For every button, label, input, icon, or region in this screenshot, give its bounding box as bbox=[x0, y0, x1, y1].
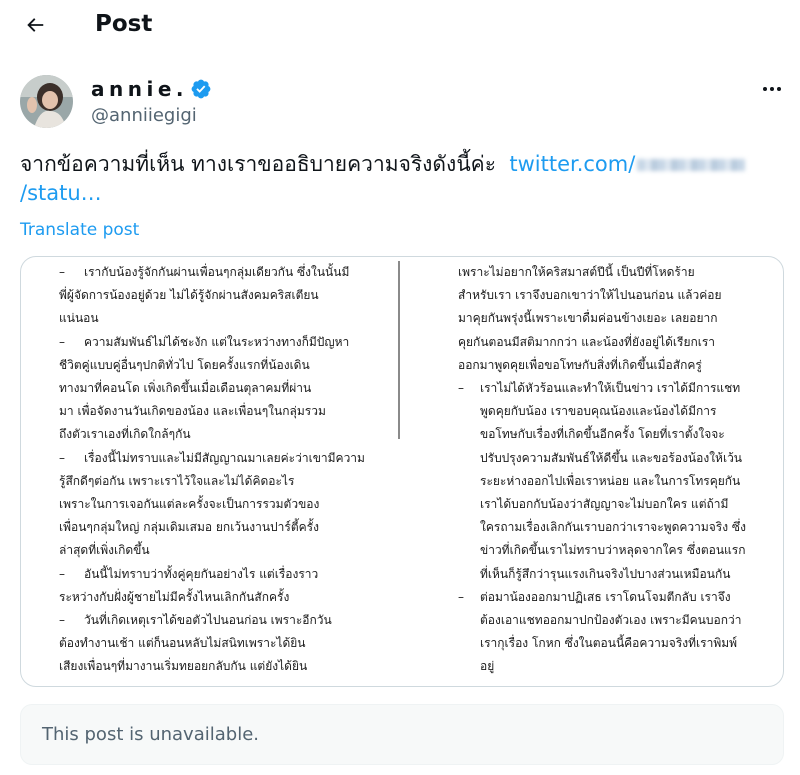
image-text-right-column: เพราะไม่อยากให้คริสมาสต์ปีนี้ เป็นปีที่โ… bbox=[458, 261, 776, 679]
more-dot-icon bbox=[777, 87, 781, 91]
avatar[interactable] bbox=[20, 75, 73, 128]
more-dot-icon bbox=[763, 87, 767, 91]
image-text-line: เรื่องนี้ไม่ทราบและไม่มีสัญญาณมาเลยค่ะว่… bbox=[59, 447, 397, 470]
post-link-prefix: twitter.com/ bbox=[509, 152, 636, 176]
image-text-line: ต้องทำงานเช้า แต่ก็นอนหลับไม่สนิทเพราะได… bbox=[59, 636, 306, 651]
image-text-line: วันที่เกิดเหตุเราได้ขอตัวไปนอนก่อน เพราะ… bbox=[59, 609, 397, 632]
post-body: จากข้อความที่เห็น ทางเราขออธิบายความจริง… bbox=[20, 150, 760, 208]
image-text-line: เรากับน้องรู้จักกันผ่านเพื่อนๆกลุ่มเดียว… bbox=[59, 261, 397, 284]
image-text-line: เราไม่ได้หัวร้อนและทำให้เป็นข่าว เราได้ม… bbox=[458, 377, 776, 400]
image-text-line: ชีวิตคู่แบบคู่อื่นๆปกติทั่วไป โดยครั้งแร… bbox=[59, 357, 310, 372]
image-text-line: เรากุเรื่อง โกหก ซึ่งในตอนนี้คือความจริง… bbox=[480, 636, 738, 651]
image-text-line: เพื่อนๆกลุ่มใหญ่ กลุ่มเดิมเสมอ ยกเว้นงาน… bbox=[59, 520, 319, 535]
image-text-line: เราได้บอกกับน้องว่าสัญญาจะไม่บอกใคร แต่ถ… bbox=[480, 497, 729, 512]
avatar-image bbox=[20, 75, 73, 128]
image-text-left-column: เรากับน้องรู้จักกันผ่านเพื่อนๆกลุ่มเดียว… bbox=[59, 261, 397, 679]
image-text-line: คุยกันตอนมีสติมากกว่า และน้องที่ยังอยู่ไ… bbox=[458, 334, 716, 349]
more-dot-icon bbox=[770, 87, 774, 91]
image-text-line: พูดคุยกับน้อง เราขอบคุณน้องและน้องได้มีก… bbox=[480, 404, 717, 419]
image-text-line: ระหว่างกับฝั่งผู้ชายไม่มีครั้งไหนเลิกกัน… bbox=[59, 589, 290, 604]
arrow-left-icon bbox=[27, 18, 44, 32]
image-text-line: เพราะไม่อยากให้คริสมาสต์ปีนี้ เป็นปีที่โ… bbox=[458, 265, 695, 279]
page-title: Post bbox=[95, 11, 153, 37]
image-text-line: ออกมาพูดคุยเพื่อขอโทษกับสิ่งที่เกิดขึ้นเ… bbox=[458, 357, 702, 372]
post-text: จากข้อความที่เห็น ทางเราขออธิบายความจริง… bbox=[20, 152, 496, 176]
image-text-line: ล่าสุดที่เพิ่งเกิดขึ้น bbox=[59, 543, 150, 558]
image-text-line: ขอโทษกับเรื่องที่เกิดขึ้นอีกครั้ง โดยที่… bbox=[480, 427, 725, 442]
image-text-line: มาคุยกันพรุ่งนี้เพราะเขาดื่มค่อนข้างเยอะ… bbox=[458, 311, 718, 326]
image-text-line: ปรับปรุงความสัมพันธ์ให้ดีขึ้น และขอร้องน… bbox=[480, 450, 743, 465]
image-text-line: อยู่ bbox=[480, 659, 495, 674]
quoted-post-unavailable: This post is unavailable. bbox=[20, 704, 784, 765]
image-text-line: แน่นอน bbox=[59, 311, 99, 326]
image-text-line: ถึงตัวเราเองที่เกิดใกล้ๆกัน bbox=[59, 427, 191, 442]
image-text-line: เพราะในการเจอกันแต่ละครั้งจะเป็นการรวมตั… bbox=[59, 497, 320, 512]
image-text-line: สำหรับเรา เราจึงบอกเขาว่าให้ไปนอนก่อน แล… bbox=[458, 288, 722, 303]
image-text-line: ต่อมาน้องออกมาปฏิเสธ เราโดนโจมตีกลับ เรา… bbox=[458, 586, 776, 609]
post-image[interactable]: เรากับน้องรู้จักกันผ่านเพื่อนๆกลุ่มเดียว… bbox=[20, 256, 784, 687]
author-display-name[interactable]: annie. bbox=[91, 76, 212, 102]
image-text-line: อันนี้ไม่ทราบว่าทั้งคู่คุยกันอย่างไร แต่… bbox=[59, 563, 397, 586]
verified-badge-icon bbox=[190, 78, 212, 100]
author-handle[interactable]: @anniiegigi bbox=[91, 104, 197, 128]
post-header: Post bbox=[0, 0, 800, 50]
image-text-line: เสียงเพื่อนๆที่มางานเริ่มทยอยกลับกัน แต่… bbox=[59, 659, 308, 674]
image-text-line: พี่ผู้จัดการน้องอยู่ด้วย ไม่ได้รู้จักผ่า… bbox=[59, 288, 319, 303]
post-link-suffix: /statu… bbox=[20, 181, 102, 205]
translate-post-link[interactable]: Translate post bbox=[20, 218, 139, 242]
image-text-line: รู้สึกดีๆต่อกัน เพราะเราไว้ใจและไม่ได้คิ… bbox=[59, 473, 295, 488]
image-text-line: ต้องเอาแชทออกมาปกป้องตัวเอง เพราะมีคนบอก… bbox=[480, 613, 742, 628]
image-text-line: ใครถามเรื่องเลิกกันเราบอกว่าเราจะพูดความ… bbox=[480, 520, 746, 535]
image-column-divider bbox=[398, 261, 400, 439]
unavailable-message: This post is unavailable. bbox=[42, 724, 259, 745]
image-text-line: ทางมาที่คอนโด เพิ่งเกิดขึ้นเมื่อเดือนตุล… bbox=[59, 381, 312, 396]
author-name-text: annie. bbox=[91, 77, 188, 101]
image-text-line: ความสัมพันธ์ไม่ได้ชะงัก แต่ในระหว่างทางก… bbox=[59, 331, 397, 354]
image-text-line: ข่าวที่เกิดขึ้นเราไม่ทราบว่าหลุดจากใคร ซ… bbox=[480, 543, 746, 558]
image-text-line: ระยะห่างออกไปเพื่อเราหน่อย และในการโทรคุ… bbox=[480, 473, 741, 488]
blurred-link-segment bbox=[637, 159, 746, 171]
image-text-line: มา เพื่อจัดงานวันเกิดของน้อง และเพื่อนๆใ… bbox=[59, 404, 326, 419]
image-text-line: ที่เห็นก็รู้สึกว่ารุนแรงเกินจริงไปบางส่ว… bbox=[480, 566, 731, 581]
back-button[interactable] bbox=[18, 8, 52, 42]
more-options-button[interactable] bbox=[758, 78, 786, 100]
